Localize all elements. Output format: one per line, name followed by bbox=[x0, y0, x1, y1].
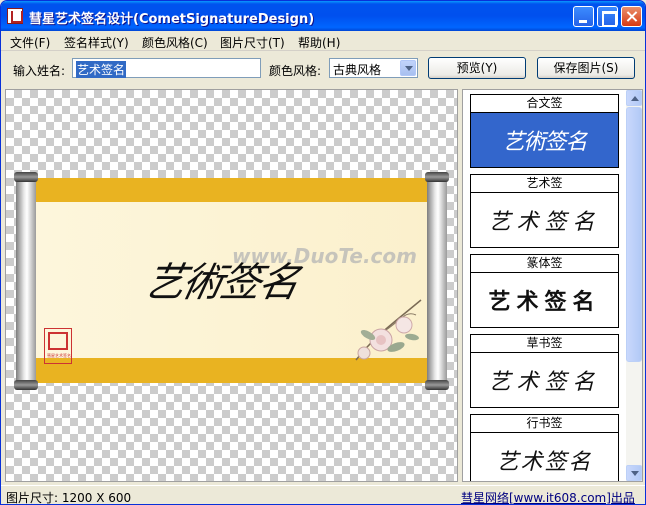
seal-mark bbox=[48, 332, 68, 350]
style-preview-text: 艺术签名 bbox=[488, 210, 601, 235]
seal-stamp: 彗星艺术签名 bbox=[44, 328, 72, 364]
scrollbar-thumb[interactable] bbox=[626, 107, 642, 362]
style-card-yishu[interactable]: 艺术签 艺术签名 bbox=[470, 174, 619, 248]
name-input-value: 艺术签名 bbox=[76, 61, 127, 78]
status-bar: 图片尺寸: 1200 X 600 彗星网络[www.it608.com]出品 bbox=[1, 485, 645, 505]
seal-text: 彗星艺术签名 bbox=[47, 353, 71, 358]
style-card-preview: 艺术签名 bbox=[471, 353, 618, 407]
rod-cap bbox=[14, 172, 38, 182]
style-card-preview: 艺术签名 bbox=[471, 193, 618, 247]
style-preview-text: 艺术签名 bbox=[496, 450, 593, 475]
image-size-status: 图片尺寸: 1200 X 600 bbox=[6, 491, 132, 505]
signature-canvas: www.DuoTe.com 艺術签名 彗星艺术签名 bbox=[5, 89, 458, 482]
style-preview-text: 艺術签名 bbox=[502, 130, 587, 155]
style-card-preview: 艺术签名 bbox=[471, 273, 618, 327]
app-window: 彗星艺术签名设计(CometSignatureDesign) 文件(F) 签名样… bbox=[0, 0, 646, 505]
menu-color-style[interactable]: 颜色风格(C) bbox=[142, 34, 208, 51]
style-card-zhuanti[interactable]: 篆体签 艺术签名 bbox=[470, 254, 619, 328]
publisher-link[interactable]: 彗星网络[www.it608.com]出品 bbox=[461, 489, 635, 504]
style-card-title: 行书签 bbox=[471, 415, 618, 433]
color-style-value: 古典风格 bbox=[333, 63, 382, 77]
close-button[interactable] bbox=[621, 6, 642, 27]
menu-file[interactable]: 文件(F) bbox=[10, 34, 50, 51]
name-input[interactable]: 艺术签名 bbox=[72, 58, 261, 78]
style-list-scrollbar[interactable] bbox=[626, 90, 642, 481]
color-style-select[interactable]: 古典风格 bbox=[329, 58, 418, 78]
menu-signature-style[interactable]: 签名样式(Y) bbox=[64, 34, 129, 51]
menu-help[interactable]: 帮助(H) bbox=[298, 34, 340, 51]
maximize-button[interactable] bbox=[597, 6, 618, 27]
name-label: 输入姓名: bbox=[13, 64, 66, 78]
style-card-hewen[interactable]: 合文签 艺術签名 bbox=[470, 94, 619, 168]
style-card-title: 篆体签 bbox=[471, 255, 618, 273]
scroll-down-icon[interactable] bbox=[626, 465, 642, 481]
style-card-title: 艺术签 bbox=[471, 175, 618, 193]
style-card-title: 合文签 bbox=[471, 95, 618, 113]
rod-cap bbox=[425, 172, 449, 182]
color-style-label: 颜色风格: bbox=[269, 64, 322, 78]
app-icon bbox=[7, 8, 23, 24]
style-card-preview: 艺术签名 bbox=[471, 433, 618, 481]
style-card-preview: 艺術签名 bbox=[471, 113, 618, 167]
save-image-button[interactable]: 保存图片(S) bbox=[537, 57, 635, 79]
title-bar[interactable]: 彗星艺术签名设计(CometSignatureDesign) bbox=[1, 1, 645, 31]
style-card-title: 草书签 bbox=[471, 335, 618, 353]
style-preview-text: 艺术签名 bbox=[488, 289, 601, 315]
style-card-caoshu[interactable]: 草书签 艺术签名 bbox=[470, 334, 619, 408]
signature-preview-text: 艺術签名 bbox=[140, 260, 303, 306]
scroll-rod-right bbox=[425, 172, 449, 390]
preview-button[interactable]: 预览(Y) bbox=[428, 57, 526, 79]
signature-style-list: 合文签 艺術签名 艺术签 艺术签名 篆体签 艺术签名 草书签 艺术签名 行书签 bbox=[462, 89, 643, 482]
rod-cap bbox=[14, 380, 38, 390]
menu-image-size[interactable]: 图片尺寸(T) bbox=[220, 34, 285, 51]
style-card-xingshu[interactable]: 行书签 艺术签名 bbox=[470, 414, 619, 481]
scroll-rod-left bbox=[14, 172, 38, 390]
minimize-button[interactable] bbox=[573, 6, 594, 27]
peony-painting-icon bbox=[355, 299, 422, 361]
rod-cap bbox=[425, 380, 449, 390]
chevron-down-icon[interactable] bbox=[400, 60, 416, 76]
window-title: 彗星艺术签名设计(CometSignatureDesign) bbox=[29, 12, 315, 27]
style-preview-text: 艺术签名 bbox=[488, 370, 601, 395]
menu-bar: 文件(F) 签名样式(Y) 颜色风格(C) 图片尺寸(T) 帮助(H) bbox=[1, 31, 645, 51]
scroll-up-icon[interactable] bbox=[626, 90, 642, 106]
